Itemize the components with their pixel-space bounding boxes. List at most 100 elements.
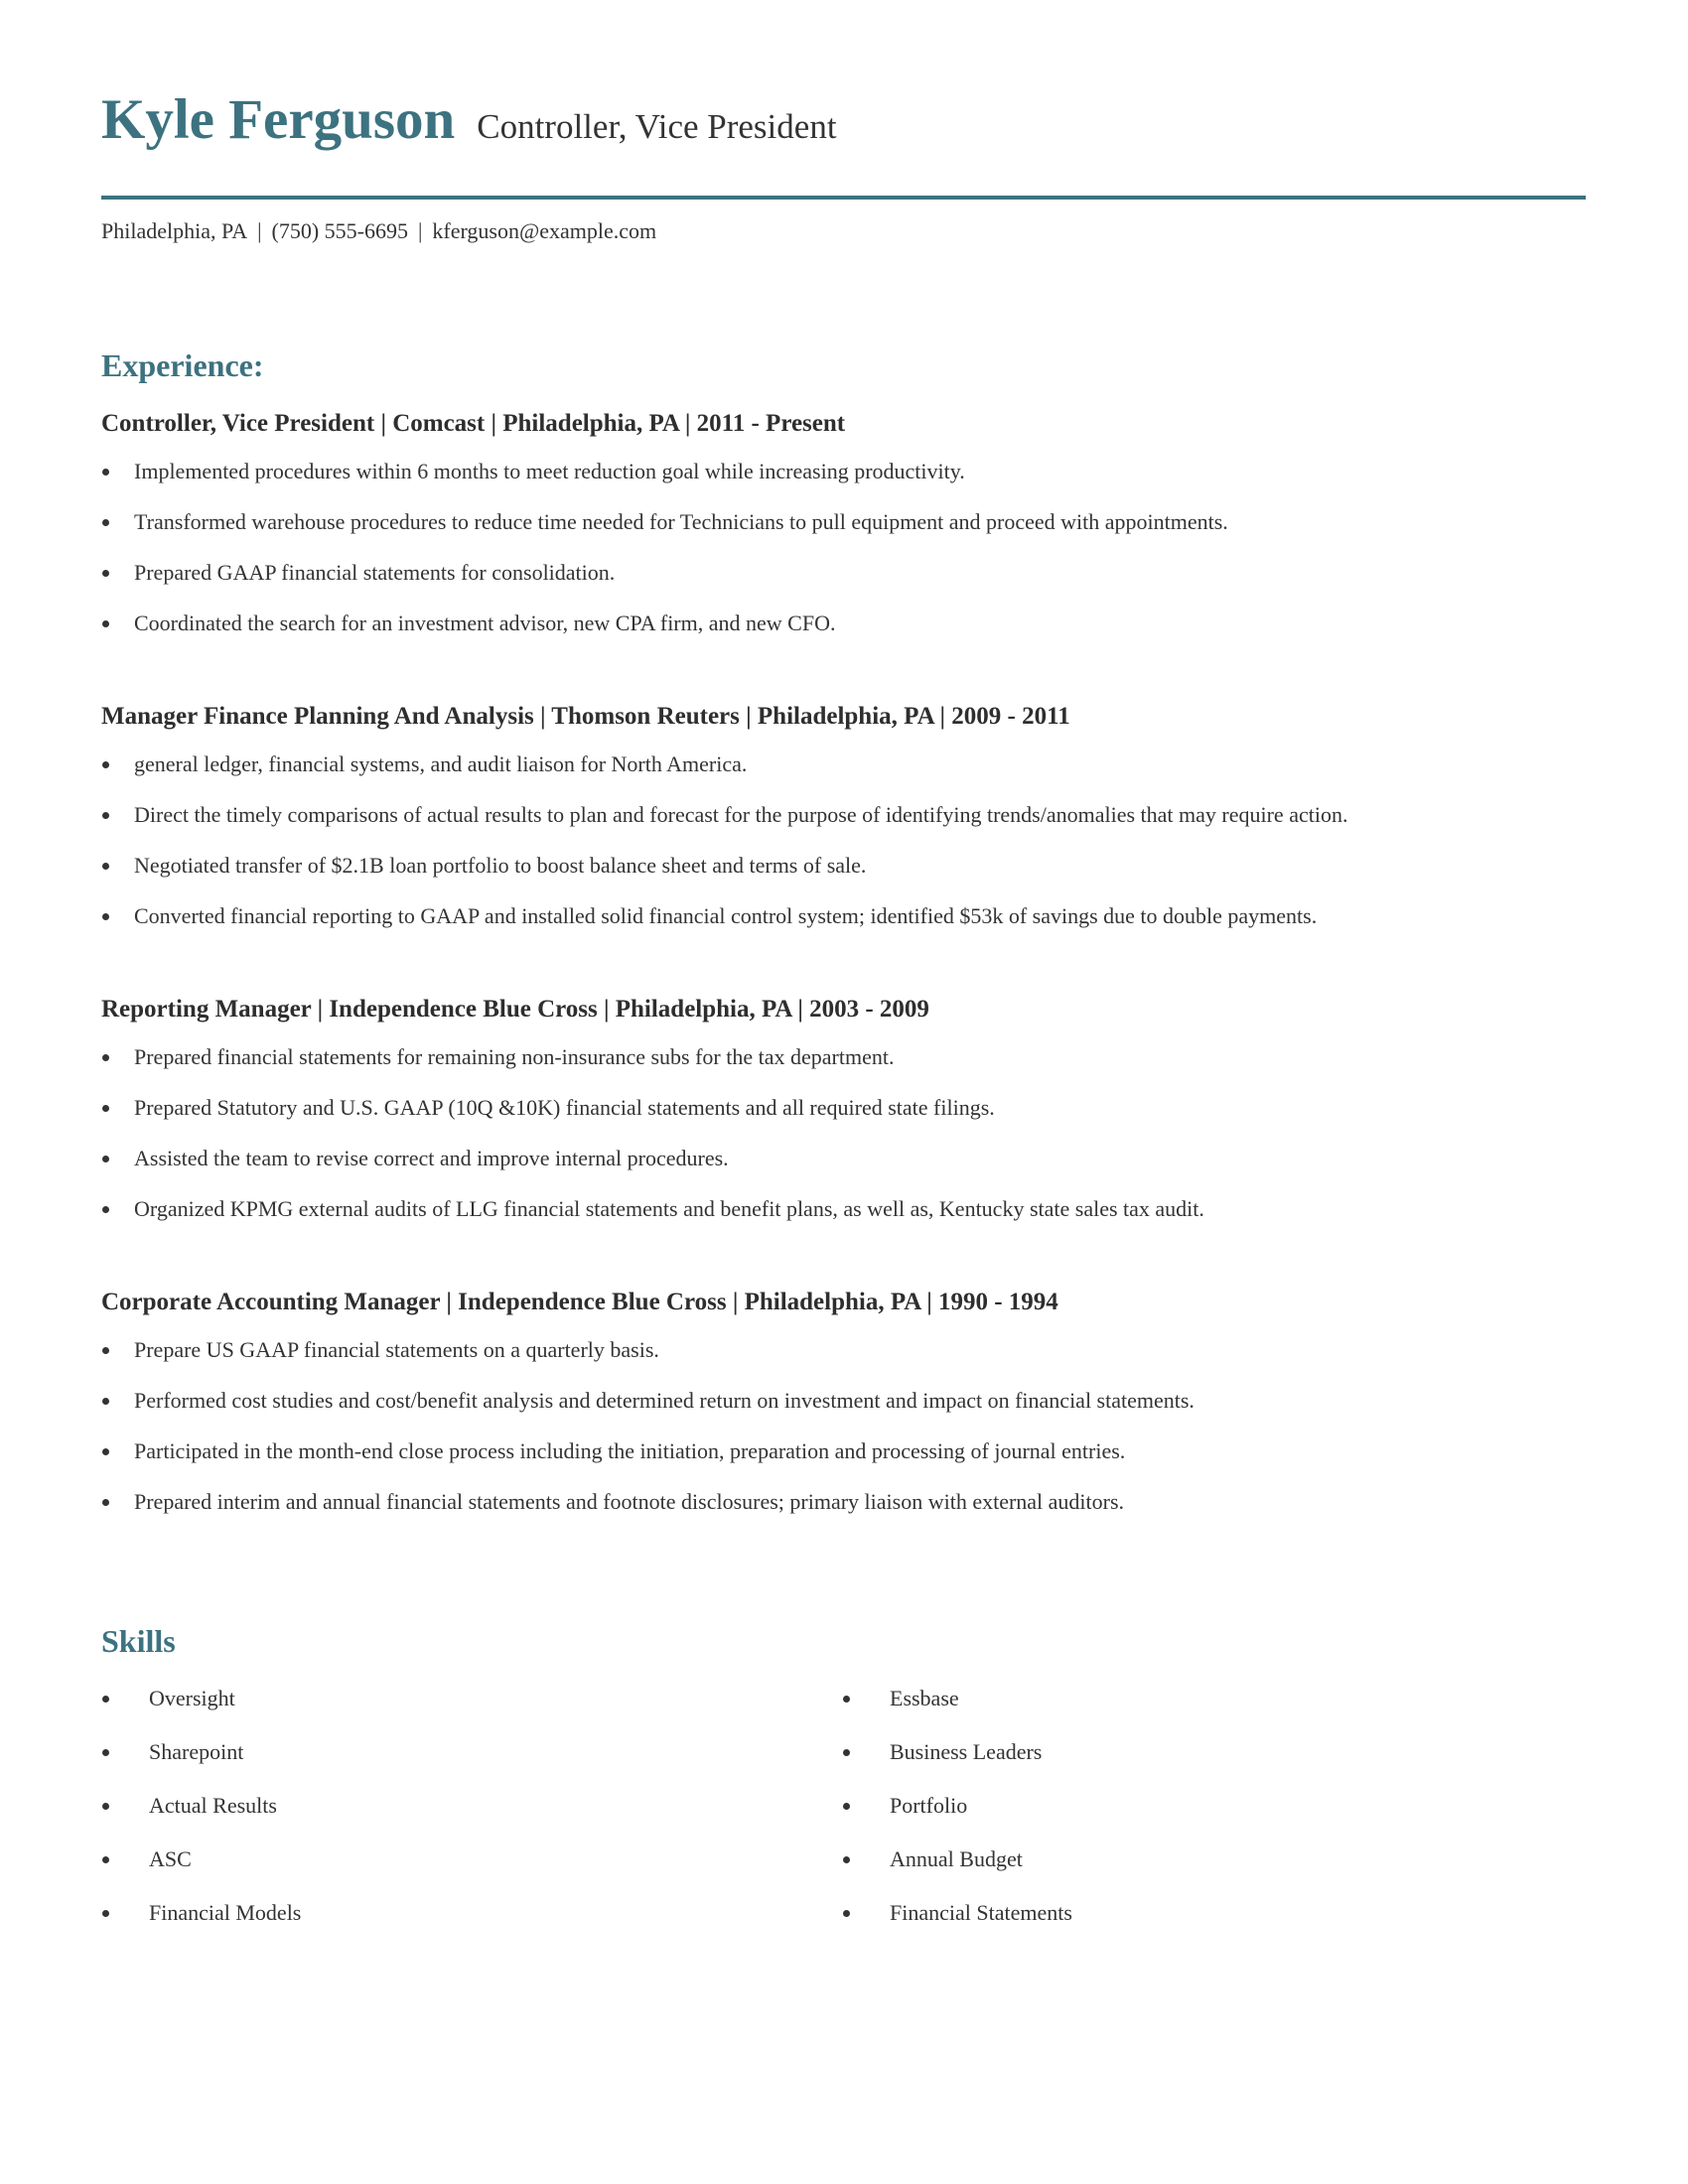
skill-text: Oversight <box>149 1686 235 1710</box>
bullet-icon <box>102 620 109 627</box>
job-bullet-text: Transformed warehouse procedures to redu… <box>134 509 1228 534</box>
job-bullet-text: Prepared Statutory and U.S. GAAP (10Q &1… <box>134 1095 995 1120</box>
bullet-icon <box>102 1803 109 1810</box>
resume-header: Kyle Ferguson Controller, Vice President <box>101 91 837 148</box>
job-bullet: Coordinated the search for an investment… <box>101 610 1228 660</box>
skill-item: Sharepoint <box>101 1738 301 1792</box>
bullet-icon <box>102 1856 109 1863</box>
candidate-title: Controller, Vice President <box>477 107 837 146</box>
bullet-icon <box>102 1054 109 1061</box>
job-heading: Reporting Manager | Independence Blue Cr… <box>101 996 929 1023</box>
job-entry: Manager Finance Planning And Analysis | … <box>101 702 1586 928</box>
job-bullet-list: general ledger, financial systems, and a… <box>101 751 1347 953</box>
job-bullet: Converted financial reporting to GAAP an… <box>101 902 1347 953</box>
job-bullet-list: Implemented procedures within 6 months t… <box>101 458 1228 660</box>
job-bullet-list: Prepare US GAAP financial statements on … <box>101 1336 1195 1539</box>
job-bullet: Organized KPMG external audits of LLG fi… <box>101 1195 1204 1246</box>
bullet-icon <box>102 1398 109 1405</box>
job-entry: Reporting Manager | Independence Blue Cr… <box>101 995 1586 1221</box>
job-bullet: Prepared financial statements for remain… <box>101 1043 1204 1094</box>
bullet-icon <box>102 913 109 920</box>
contact-email: kferguson@example.com <box>432 218 657 243</box>
job-bullet-text: Prepare US GAAP financial statements on … <box>134 1337 659 1362</box>
skill-item: Oversight <box>101 1685 301 1738</box>
job-bullet: Implemented procedures within 6 months t… <box>101 458 1228 508</box>
bullet-icon <box>843 1910 850 1917</box>
skill-text: Essbase <box>890 1686 959 1710</box>
skill-text: ASC <box>149 1846 192 1871</box>
job-heading: Manager Finance Planning And Analysis | … <box>101 703 1070 730</box>
bullet-icon <box>102 570 109 577</box>
job-bullet-text: Performed cost studies and cost/benefit … <box>134 1388 1195 1413</box>
job-bullet: Assisted the team to revise correct and … <box>101 1145 1204 1195</box>
skill-item: Financial Models <box>101 1899 301 1953</box>
candidate-name: Kyle Ferguson <box>101 88 456 151</box>
job-bullet-text: Participated in the month-end close proc… <box>134 1438 1126 1463</box>
job-entry: Controller, Vice President | Comcast | P… <box>101 409 1586 635</box>
job-bullet: Performed cost studies and cost/benefit … <box>101 1387 1195 1437</box>
job-bullet-text: Prepared interim and annual financial st… <box>134 1489 1125 1514</box>
bullet-icon <box>843 1803 850 1810</box>
bullet-icon <box>843 1749 850 1756</box>
job-bullet-text: Converted financial reporting to GAAP an… <box>134 903 1318 928</box>
bullet-icon <box>102 1347 109 1354</box>
skill-item: Actual Results <box>101 1792 301 1845</box>
job-bullet: Participated in the month-end close proc… <box>101 1437 1195 1488</box>
job-heading: Controller, Vice President | Comcast | P… <box>101 410 846 437</box>
skill-text: Business Leaders <box>890 1739 1043 1764</box>
bullet-icon <box>102 812 109 819</box>
skill-text: Actual Results <box>149 1793 277 1818</box>
job-entry: Corporate Accounting Manager | Independe… <box>101 1288 1586 1514</box>
job-bullet: general ledger, financial systems, and a… <box>101 751 1347 801</box>
bullet-icon <box>102 761 109 768</box>
job-bullet: Direct the timely comparisons of actual … <box>101 801 1347 852</box>
skill-text: Financial Statements <box>890 1900 1072 1925</box>
skill-text: Sharepoint <box>149 1739 244 1764</box>
skill-item: Financial Statements <box>842 1899 1072 1953</box>
bullet-icon <box>102 519 109 526</box>
contact-separator: | <box>257 218 262 243</box>
skill-text: Financial Models <box>149 1900 302 1925</box>
skill-text: Portfolio <box>890 1793 968 1818</box>
job-bullet-text: Coordinated the search for an investment… <box>134 611 836 635</box>
job-bullet: Prepared interim and annual financial st… <box>101 1488 1195 1539</box>
skill-text: Annual Budget <box>890 1846 1023 1871</box>
job-heading: Corporate Accounting Manager | Independe… <box>101 1289 1058 1315</box>
skill-item: ASC <box>101 1845 301 1899</box>
bullet-icon <box>102 1910 109 1917</box>
job-bullet-text: Negotiated transfer of $2.1B loan portfo… <box>134 853 867 878</box>
experience-heading: Experience: <box>101 347 264 383</box>
skills-column-right: Essbase Business Leaders Portfolio Annua… <box>842 1685 1072 1953</box>
job-bullet: Prepared Statutory and U.S. GAAP (10Q &1… <box>101 1094 1204 1145</box>
bullet-icon <box>102 1696 109 1703</box>
skill-item: Essbase <box>842 1685 1072 1738</box>
contact-line: Philadelphia, PA | (750) 555-6695 | kferguso… <box>101 217 656 245</box>
job-bullet-text: Implemented procedures within 6 months t… <box>134 459 965 483</box>
skills-heading: Skills <box>101 1623 176 1659</box>
job-bullet-text: Direct the timely comparisons of actual … <box>134 802 1348 827</box>
job-bullet-text: Prepared GAAP financial statements for c… <box>134 560 616 585</box>
bullet-icon <box>102 1206 109 1213</box>
job-bullet-text: Prepared financial statements for remain… <box>134 1044 895 1069</box>
bullet-icon <box>102 1499 109 1506</box>
job-bullet-text: Assisted the team to revise correct and … <box>134 1146 729 1170</box>
bullet-icon <box>102 469 109 476</box>
bullet-icon <box>102 1749 109 1756</box>
bullet-icon <box>102 863 109 870</box>
skill-item: Annual Budget <box>842 1845 1072 1899</box>
contact-separator: | <box>417 218 423 243</box>
job-bullet-list: Prepared financial statements for remain… <box>101 1043 1204 1246</box>
contact-location: Philadelphia, PA <box>101 218 248 243</box>
skill-item: Portfolio <box>842 1792 1072 1845</box>
bullet-icon <box>102 1448 109 1455</box>
header-divider <box>101 196 1586 200</box>
job-bullet-text: general ledger, financial systems, and a… <box>134 751 748 776</box>
bullet-icon <box>102 1105 109 1112</box>
bullet-icon <box>843 1856 850 1863</box>
job-bullet: Negotiated transfer of $2.1B loan portfo… <box>101 852 1347 902</box>
job-bullet: Prepare US GAAP financial statements on … <box>101 1336 1195 1387</box>
job-bullet-text: Organized KPMG external audits of LLG fi… <box>134 1196 1204 1221</box>
job-bullet: Transformed warehouse procedures to redu… <box>101 508 1228 559</box>
bullet-icon <box>102 1156 109 1162</box>
job-bullet: Prepared GAAP financial statements for c… <box>101 559 1228 610</box>
